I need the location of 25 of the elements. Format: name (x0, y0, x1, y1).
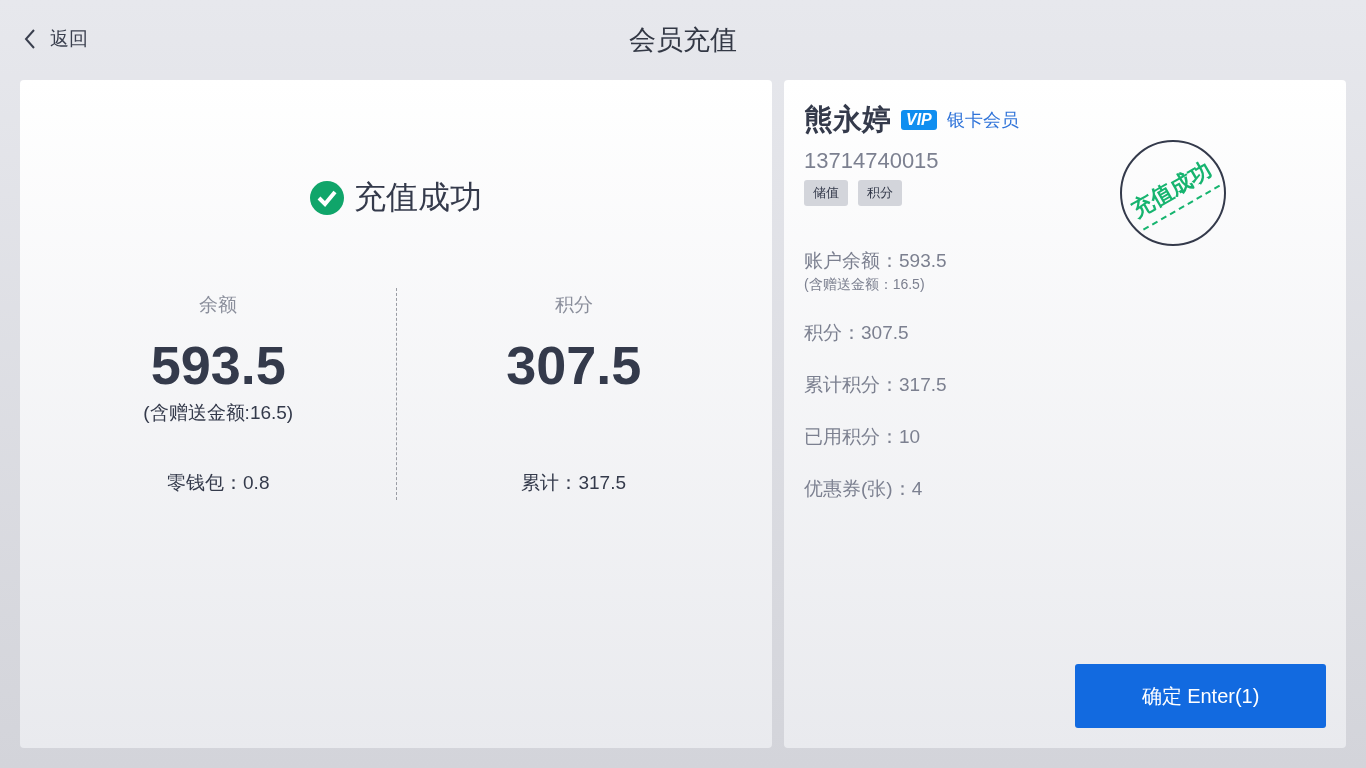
stat-note: (含赠送金额:16.5) (143, 401, 294, 424)
member-name: 熊永婷 (804, 102, 891, 137)
member-tag: 积分 (858, 180, 902, 206)
stat-label: 积分 (554, 293, 593, 317)
vip-badge: VIP (901, 110, 937, 130)
stat-footer: 零钱包：0.8 (167, 470, 270, 496)
balance-note: (含赠送金额：16.5) (804, 276, 926, 294)
back-button[interactable]: 返回 (24, 26, 88, 52)
confirm-button[interactable]: 确定 Enter(1) (1075, 664, 1326, 728)
stat-label: 余额 (199, 293, 238, 317)
member-level: 银卡会员 (946, 109, 1019, 132)
chevron-left-icon (24, 29, 36, 49)
page-title: 会员充值 (629, 24, 737, 57)
stat-value: 307.5 (506, 334, 642, 396)
success-stamp: 充值成功 (1120, 140, 1226, 246)
member-tag: 储值 (804, 180, 848, 206)
member-stat: 积分：307.5 (804, 321, 910, 345)
account-balance: 账户余额：593.5 (804, 249, 948, 273)
stat-value: 593.5 (150, 334, 286, 396)
success-check-icon (310, 181, 344, 215)
member-stat: 优惠券(张)：4 (804, 477, 924, 501)
success-title: 充值成功 (354, 178, 482, 217)
stat-footer: 累计：317.5 (521, 470, 626, 496)
member-stat: 累计积分：317.5 (804, 373, 948, 397)
member-stat: 已用积分：10 (804, 425, 922, 449)
